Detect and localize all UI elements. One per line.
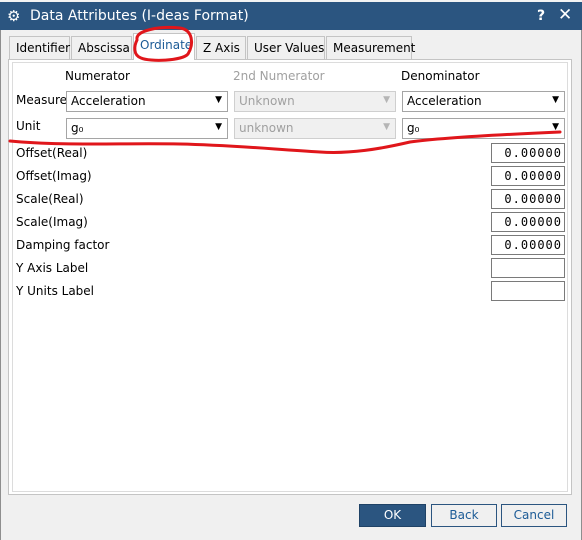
offset-real-label: Offset(Real) [16, 146, 88, 160]
unit-label: Unit [16, 119, 41, 133]
y-units-label-input[interactable] [491, 281, 565, 301]
header-second-numerator: 2nd Numerator [233, 69, 325, 83]
scale-real-label: Scale(Real) [16, 192, 84, 206]
window-title: Data Attributes (I-deas Format) [30, 8, 249, 24]
gear-icon: ⚙ [7, 7, 21, 25]
y-units-label-label: Y Units Label [16, 284, 95, 298]
cancel-button[interactable]: Cancel [501, 504, 567, 527]
scale-real-input[interactable]: 0.00000 [491, 189, 565, 209]
denominator-unit-select[interactable]: g₀ ▼ [402, 118, 565, 139]
tab-user-values[interactable]: User Values [247, 36, 325, 59]
chevron-down-icon: ▼ [552, 122, 559, 132]
tab-abscissa[interactable]: Abscissa [71, 36, 132, 59]
chevron-down-icon: ▼ [552, 95, 559, 105]
title-bar: ⚙ Data Attributes (I-deas Format) ? ✕ [0, 2, 582, 30]
y-axis-label-input[interactable] [491, 258, 565, 278]
chevron-down-icon: ▼ [215, 95, 222, 105]
scale-imag-label: Scale(Imag) [16, 215, 88, 229]
offset-imag-input[interactable]: 0.00000 [491, 166, 565, 186]
header-denominator: Denominator [401, 69, 480, 83]
help-icon[interactable]: ? [537, 7, 545, 25]
second-numerator-measure-select: Unknown ▼ [234, 91, 396, 112]
scale-imag-input[interactable]: 0.00000 [491, 212, 565, 232]
damping-factor-label: Damping factor [16, 238, 110, 252]
second-numerator-unit-select: unknown ▼ [234, 118, 396, 139]
y-axis-label-label: Y Axis Label [16, 261, 89, 275]
header-numerator: Numerator [65, 69, 130, 83]
offset-imag-label: Offset(Imag) [16, 169, 92, 183]
measure-label: Measure [16, 93, 67, 107]
ok-button[interactable]: OK [359, 504, 426, 527]
tab-z-axis[interactable]: Z Axis [196, 36, 246, 59]
denominator-measure-select[interactable]: Acceleration ▼ [402, 91, 565, 112]
chevron-down-icon: ▼ [215, 122, 222, 132]
damping-factor-input[interactable]: 0.00000 [491, 235, 565, 255]
tab-measurement[interactable]: Measurement [326, 36, 415, 59]
tab-ordinate[interactable]: Ordinate [133, 33, 195, 60]
numerator-measure-select[interactable]: Acceleration ▼ [66, 91, 228, 112]
tab-identifier[interactable]: Identifier [9, 36, 70, 59]
close-icon[interactable]: ✕ [558, 5, 572, 25]
numerator-unit-select[interactable]: g₀ ▼ [66, 118, 228, 139]
chevron-down-icon: ▼ [383, 95, 390, 105]
offset-real-input[interactable]: 0.00000 [491, 143, 565, 163]
chevron-down-icon: ▼ [383, 122, 390, 132]
back-button[interactable]: Back [431, 504, 497, 527]
